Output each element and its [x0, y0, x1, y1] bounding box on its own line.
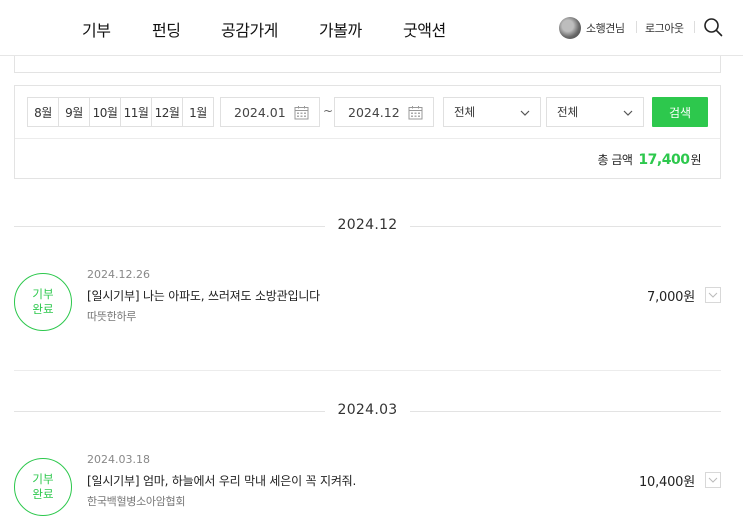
month-button-jan[interactable]: 1월: [183, 98, 213, 126]
date-range-separator: ~: [323, 104, 334, 118]
donation-organization: 따뜻한하루: [87, 310, 137, 323]
month-button-nov[interactable]: 11월: [121, 98, 152, 126]
type-select[interactable]: 전체: [443, 97, 541, 127]
previous-panel: [14, 56, 721, 73]
donation-item: 기부 완료 2024.12.26 [일시기부] 나는 아파도, 쓰러져도 소방관…: [14, 268, 721, 343]
donation-date: 2024.03.18: [87, 453, 150, 466]
donation-item: 기부 완료 2024.03.18 [일시기부] 엄마, 하늘에서 우리 막내 세…: [14, 453, 721, 527]
month-header: 2024.12: [14, 217, 721, 237]
chevron-down-icon: [708, 292, 718, 298]
chevron-down-icon: [520, 110, 530, 116]
total-label: 총 금액: [597, 153, 633, 167]
status-badge: 기부 완료: [14, 273, 72, 331]
donation-title[interactable]: [일시기부] 나는 아파도, 쓰러져도 소방관입니다: [87, 287, 320, 304]
month-button-sep[interactable]: 9월: [59, 98, 90, 126]
month-header-label: 2024.03: [325, 402, 410, 418]
start-date-input[interactable]: 2024.01: [220, 97, 320, 127]
expand-toggle[interactable]: [705, 472, 721, 488]
nav-funding[interactable]: 펀딩: [152, 17, 181, 41]
divider: [636, 21, 637, 33]
nav-donation[interactable]: 기부: [82, 17, 111, 41]
start-date-value: 2024.01: [234, 104, 286, 120]
donation-title[interactable]: [일시기부] 엄마, 하늘에서 우리 막내 세은이 꼭 지켜줘.: [87, 472, 356, 489]
total-amount-value: 17,400: [638, 152, 690, 168]
status-badge: 기부 완료: [14, 458, 72, 516]
username: 소행견님: [586, 22, 625, 35]
nav-empathy-store[interactable]: 공감가게: [221, 17, 278, 41]
avatar: [559, 17, 581, 39]
user-profile[interactable]: 소행견님: [559, 17, 625, 39]
divider: [15, 138, 720, 139]
chevron-down-icon: [623, 110, 633, 116]
donation-date: 2024.12.26: [87, 268, 150, 281]
divider: [694, 21, 695, 33]
calendar-icon: [294, 106, 309, 120]
total-amount-unit: 원: [690, 153, 701, 167]
end-date-input[interactable]: 2024.12: [334, 97, 434, 127]
expand-toggle[interactable]: [705, 287, 721, 303]
status-select-value: 전체: [557, 105, 579, 119]
search-button[interactable]: 검색: [652, 97, 708, 127]
donation-amount: 7,000원: [647, 290, 695, 305]
search-icon[interactable]: [703, 17, 723, 37]
nav-shall-we-go[interactable]: 가볼까: [319, 17, 362, 41]
month-quick-select: 8월 9월 10월 11월 12월 1월: [27, 97, 214, 127]
month-button-aug[interactable]: 8월: [28, 98, 59, 126]
status-select[interactable]: 전체: [546, 97, 644, 127]
filter-panel: 8월 9월 10월 11월 12월 1월 2024.01 ~ 2024.12 전…: [14, 85, 721, 179]
divider: [14, 370, 721, 371]
logout-link[interactable]: 로그아웃: [645, 20, 684, 36]
donation-organization: 한국백혈병소아암협회: [87, 495, 186, 508]
donation-amount: 10,400원: [638, 475, 695, 490]
chevron-down-icon: [708, 477, 718, 483]
end-date-value: 2024.12: [348, 104, 400, 120]
nav-good-action[interactable]: 굿액션: [403, 17, 446, 41]
month-header-label: 2024.12: [325, 217, 410, 233]
total-amount: 총 금액 17,400 원: [597, 151, 701, 168]
month-header: 2024.03: [14, 402, 721, 422]
month-button-oct[interactable]: 10월: [90, 98, 121, 126]
month-button-dec[interactable]: 12월: [152, 98, 183, 126]
top-header: 기부 펀딩 공감가게 가볼까 굿액션 소행견님 로그아웃: [0, 0, 743, 56]
type-select-value: 전체: [454, 105, 476, 119]
calendar-icon: [408, 106, 423, 120]
